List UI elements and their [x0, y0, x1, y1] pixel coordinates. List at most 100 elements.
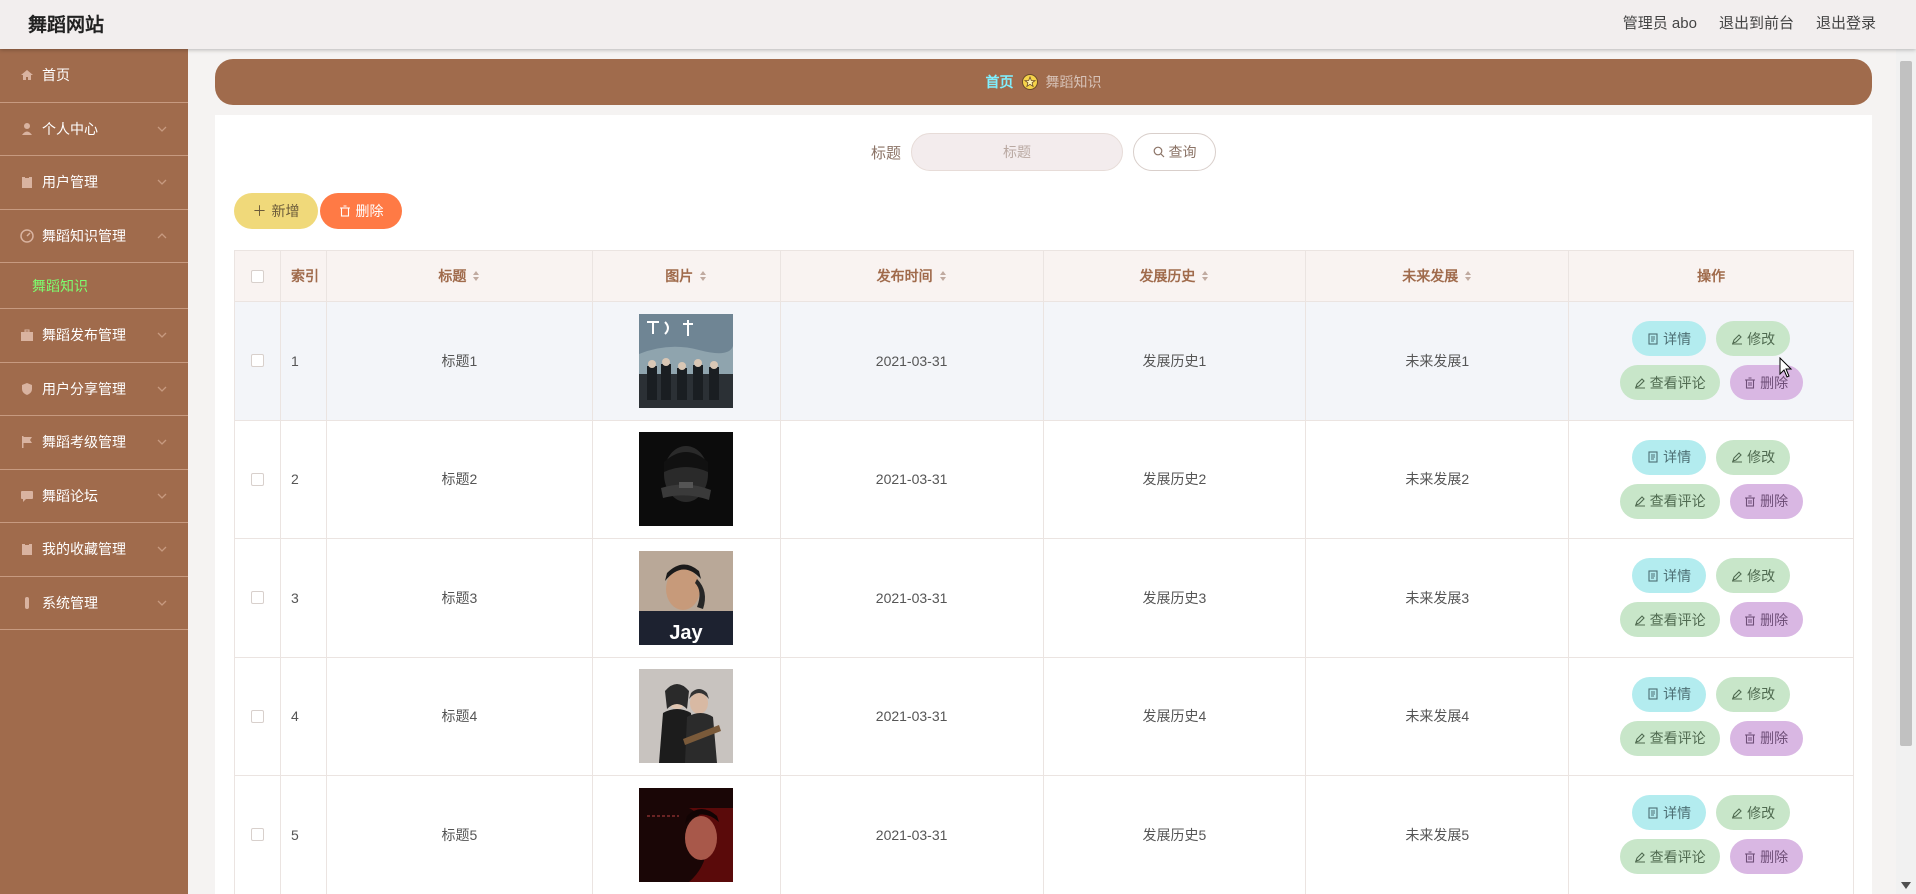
header-date[interactable]: 发布时间	[780, 251, 1044, 302]
view-comments-button[interactable]: 查看评论	[1619, 365, 1720, 401]
row-future: 未来发展1	[1306, 302, 1570, 421]
view-comments-label: 查看评论	[1649, 611, 1706, 628]
pencil-icon	[1732, 570, 1743, 582]
row-checkbox[interactable]	[250, 709, 264, 723]
select-all-cell	[235, 251, 281, 302]
logout-link[interactable]: 退出登录	[1816, 12, 1876, 33]
sidebar-item-personal-center[interactable]: 个人中心	[0, 103, 188, 156]
sidebar-subitem-dance-knowledge[interactable]: 舞蹈知识	[0, 263, 188, 309]
album-cover-image[interactable]	[639, 432, 734, 527]
table-row: 4 标题4 2021-03-31 发展历史4 未来发展4 详情 修改 查看评论 …	[235, 657, 1855, 776]
row-checkbox[interactable]	[250, 828, 264, 842]
view-comments-button[interactable]: 查看评论	[1619, 602, 1720, 638]
view-comments-label: 查看评论	[1649, 730, 1706, 747]
pencil-icon	[1732, 807, 1743, 819]
row-checkbox-cell	[235, 420, 281, 539]
edit-button[interactable]: 修改	[1716, 558, 1791, 594]
view-comments-label: 查看评论	[1649, 848, 1706, 865]
sidebar-item-user-management[interactable]: 用户管理	[0, 156, 188, 210]
sidebar-item-home[interactable]: 首页	[0, 49, 188, 103]
sidebar-item-user-share-management[interactable]: 用户分享管理	[0, 363, 188, 416]
page-scrollbar[interactable]	[1896, 49, 1916, 894]
thumb-caption: Jay	[670, 622, 704, 644]
header-title[interactable]: 标题	[326, 251, 593, 302]
header-date-label: 发布时间	[876, 268, 933, 284]
mouse-cursor-icon	[1779, 357, 1793, 378]
detail-button[interactable]: 详情	[1632, 558, 1707, 594]
sidebar-item-dance-knowledge-management[interactable]: 舞蹈知识管理	[0, 210, 188, 263]
row-checkbox[interactable]	[250, 472, 264, 486]
detail-button[interactable]: 详情	[1632, 795, 1707, 831]
row-ops: 详情 修改 查看评论 删除	[1569, 539, 1855, 658]
row-history: 发展历史4	[1043, 657, 1307, 776]
sidebar-item-label: 首页	[42, 67, 70, 84]
sort-icon	[1202, 271, 1209, 281]
row-checkbox-cell	[235, 302, 281, 421]
add-button[interactable]: ＋ 新增	[234, 193, 318, 229]
row-title: 标题1	[326, 302, 593, 421]
search-icon	[1153, 146, 1164, 158]
pencil-icon	[1634, 614, 1645, 626]
header-history-label: 发展历史	[1139, 268, 1196, 284]
delete-button[interactable]: 删除	[1729, 602, 1803, 638]
scroll-down-arrow-icon[interactable]	[1901, 882, 1911, 890]
album-cover-image[interactable]	[639, 669, 734, 764]
top-bar: 舞蹈网站 管理员 abo 退出到前台 退出登录	[0, 0, 1916, 49]
header-history[interactable]: 发展历史	[1043, 251, 1307, 302]
batch-delete-button[interactable]: 删除	[320, 193, 402, 229]
select-all-checkbox[interactable]	[250, 269, 264, 283]
header-picture[interactable]: 图片	[592, 251, 781, 302]
view-comments-label: 查看评论	[1649, 374, 1706, 391]
detail-button[interactable]: 详情	[1632, 321, 1707, 357]
edit-button[interactable]: 修改	[1716, 795, 1791, 831]
row-index: 4	[280, 657, 327, 776]
trash-icon	[1745, 495, 1756, 507]
chevron-down-icon	[157, 386, 167, 392]
sidebar-item-system-management[interactable]: 系统管理	[0, 577, 188, 630]
sidebar-item-dance-grade-management[interactable]: 舞蹈考级管理	[0, 416, 188, 470]
sidebar-item-dance-publish-management[interactable]: 舞蹈发布管理	[0, 309, 188, 363]
edit-button[interactable]: 修改	[1716, 439, 1791, 475]
scrollbar-thumb[interactable]	[1900, 61, 1912, 746]
user-icon	[20, 122, 34, 136]
album-cover-image[interactable]	[639, 313, 734, 408]
view-comments-button[interactable]: 查看评论	[1619, 839, 1720, 875]
search-button[interactable]: 查询	[1133, 133, 1216, 171]
sort-icon	[700, 271, 707, 281]
delete-button[interactable]: 删除	[1729, 483, 1803, 519]
edit-button[interactable]: 修改	[1716, 321, 1791, 357]
album-cover-image[interactable]: Jay	[639, 550, 734, 645]
sidebar-item-dance-forum[interactable]: 舞蹈论坛	[0, 470, 188, 523]
edit-button[interactable]: 修改	[1716, 676, 1791, 712]
clipboard-icon	[20, 175, 34, 189]
row-history: 发展历史2	[1043, 420, 1307, 539]
detail-button[interactable]: 详情	[1632, 676, 1707, 712]
row-checkbox-cell	[235, 776, 281, 894]
album-cover-image[interactable]	[639, 787, 734, 882]
row-checkbox[interactable]	[250, 591, 264, 605]
sidebar-item-my-favorites-management[interactable]: 我的收藏管理	[0, 523, 188, 577]
detail-button[interactable]: 详情	[1632, 439, 1707, 475]
admin-user-label[interactable]: 管理员 abo	[1623, 12, 1697, 33]
row-ops: 详情 修改 查看评论 删除	[1569, 302, 1855, 421]
search-input[interactable]	[911, 133, 1123, 171]
row-date: 2021-03-31	[780, 657, 1044, 776]
breadcrumb-home[interactable]: 首页	[986, 72, 1014, 92]
tube-icon	[20, 596, 34, 610]
delete-button[interactable]: 删除	[1729, 839, 1803, 875]
row-title: 标题3	[326, 539, 593, 658]
delete-button[interactable]: 删除	[1729, 720, 1803, 756]
header-future[interactable]: 未来发展	[1306, 251, 1570, 302]
chevron-up-icon	[157, 232, 167, 239]
view-comments-button[interactable]: 查看评论	[1619, 720, 1720, 756]
view-comments-button[interactable]: 查看评论	[1619, 483, 1720, 519]
chevron-down-icon	[157, 126, 167, 132]
back-to-front-link[interactable]: 退出到前台	[1719, 12, 1794, 33]
chevron-down-icon	[157, 600, 167, 606]
row-future: 未来发展2	[1306, 420, 1570, 539]
delete-button-label: 删除	[1760, 611, 1789, 628]
row-checkbox[interactable]	[250, 354, 264, 368]
sidebar-item-label: 用户分享管理	[42, 380, 126, 397]
detail-button-label: 详情	[1663, 567, 1692, 584]
detail-button-label: 详情	[1663, 686, 1692, 703]
